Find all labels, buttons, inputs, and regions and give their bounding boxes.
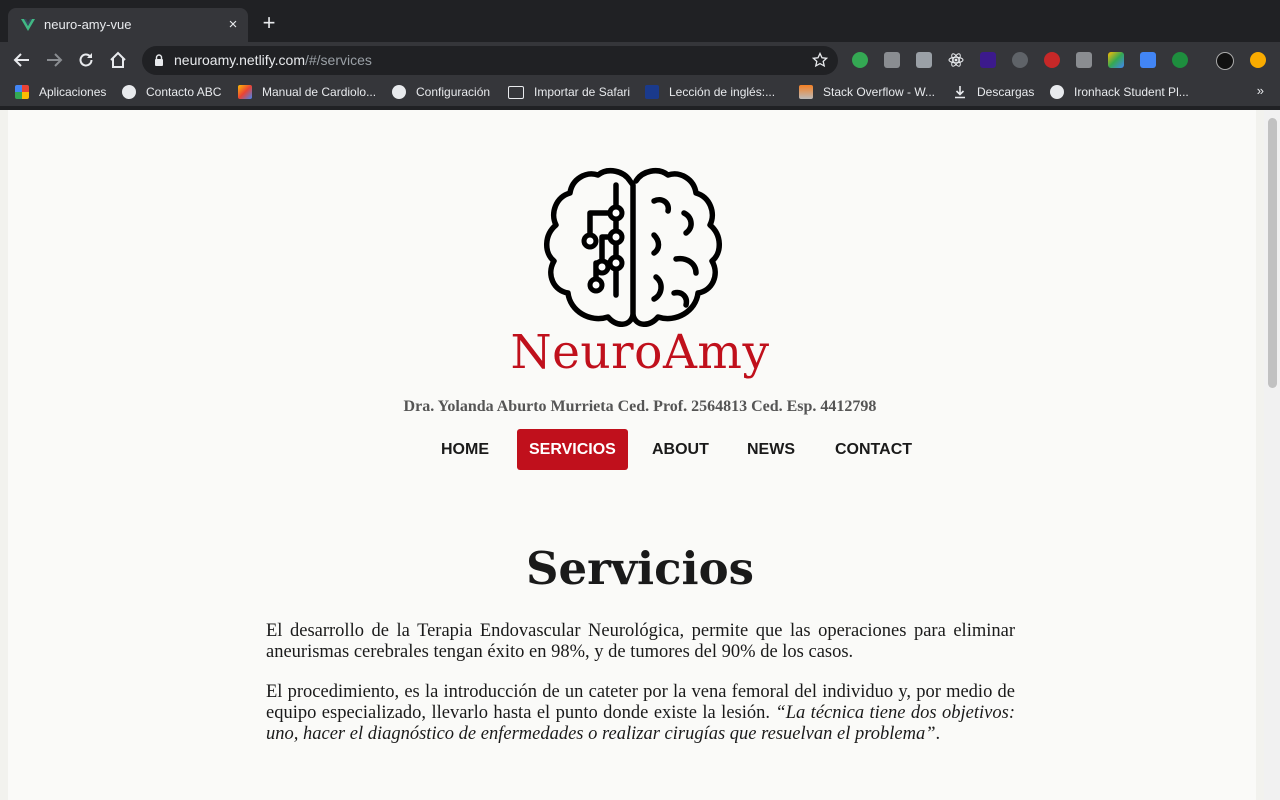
extension-c-icon[interactable] — [884, 52, 900, 68]
bookmark-label: Ironhack Student Pl... — [1074, 85, 1189, 99]
nav-home[interactable]: HOME — [429, 429, 501, 470]
vue-logo-icon — [21, 19, 35, 31]
back-button[interactable] — [10, 48, 34, 72]
tab-strip: neuro-amy-vue × + — [0, 0, 1280, 42]
bookmarks-bar: Aplicaciones Contacto ABC Manual de Card… — [0, 78, 1280, 107]
extension-react-icon[interactable] — [948, 52, 964, 68]
bookmark-label: Lección de inglés:... — [669, 85, 776, 99]
bookmark-descargas[interactable]: Descargas — [953, 84, 1034, 100]
nav-about[interactable]: ABOUT — [640, 429, 721, 470]
url-path: /#/services — [304, 52, 372, 68]
bookmark-manual-cardiologia[interactable]: Manual de Cardiolo... — [238, 84, 376, 100]
bookmark-label: Aplicaciones — [39, 85, 107, 99]
bookmark-importar-safari[interactable]: Importar de Safari — [508, 84, 630, 100]
tab-title: neuro-amy-vue — [44, 17, 132, 32]
home-icon — [110, 51, 126, 68]
extension-yellow-icon[interactable] — [1250, 52, 1266, 68]
bookmark-configuracion[interactable]: Configuración — [392, 84, 490, 100]
globe-icon — [1050, 85, 1064, 99]
url-text: neuroamy.netlify.com/#/services — [174, 52, 372, 68]
browser-toolbar: neuroamy.netlify.com/#/services — [0, 42, 1280, 78]
page-title: Servicios — [526, 542, 754, 595]
services-paragraph-1: El desarrollo de la Terapia Endovascular… — [266, 621, 1015, 662]
back-arrow-icon — [13, 53, 29, 67]
page-viewport: NeuroAmy Dra. Yolanda Aburto Murrieta Ce… — [0, 110, 1280, 800]
bookmark-label: Contacto ABC — [146, 85, 222, 99]
services-paragraph-2: El procedimiento, es la introducción de … — [266, 682, 1015, 745]
bookmark-ironhack[interactable]: Ironhack Student Pl... — [1050, 84, 1189, 100]
brain-logo-icon — [544, 168, 722, 327]
extension-bulb-icon[interactable] — [1012, 52, 1028, 68]
tab-close-icon[interactable]: × — [224, 16, 242, 34]
bookmark-label: Importar de Safari — [534, 85, 631, 99]
forward-arrow-icon — [47, 53, 63, 67]
extension-translate-icon[interactable] — [1140, 52, 1156, 68]
url-host: neuroamy.netlify.com — [174, 52, 305, 68]
scrollbar-thumb[interactable] — [1268, 118, 1277, 388]
extension-drive-gray-icon[interactable] — [1076, 52, 1092, 68]
brand-name: NeuroAmy — [510, 325, 770, 380]
main-nav: HOME SERVICIOS ABOUT NEWS CONTACT — [8, 429, 1280, 470]
extension-google-drive-icon[interactable] — [1108, 52, 1124, 68]
apps-grid-icon — [15, 85, 29, 99]
download-icon — [955, 86, 965, 99]
lock-icon — [155, 54, 163, 66]
profile-avatar[interactable] — [1216, 52, 1234, 70]
bookmark-star-icon[interactable] — [812, 52, 828, 68]
nav-contact[interactable]: CONTACT — [823, 429, 924, 470]
extension-green-icon[interactable] — [1172, 52, 1188, 68]
bookmark-label: Manual de Cardiolo... — [262, 85, 377, 99]
browser-tab[interactable]: neuro-amy-vue × — [8, 8, 248, 42]
reload-button[interactable] — [74, 48, 98, 72]
globe-icon — [122, 85, 136, 99]
bookmark-contacto-abc[interactable]: Contacto ABC — [122, 84, 221, 100]
bookmark-label: Configuración — [416, 85, 491, 99]
extension-dropbox-icon[interactable] — [916, 52, 932, 68]
bookmark-stack-overflow[interactable]: Stack Overflow - W... — [799, 84, 935, 100]
bookmark-label: Descargas — [977, 85, 1035, 99]
home-button[interactable] — [106, 48, 130, 72]
new-tab-button[interactable]: + — [258, 12, 280, 34]
extension-search-icon[interactable] — [852, 52, 868, 68]
extension-purple-icon[interactable] — [980, 52, 996, 68]
manual-icon — [238, 85, 252, 99]
forward-button[interactable] — [42, 48, 66, 72]
lesson-icon — [645, 85, 659, 99]
address-bar[interactable]: neuroamy.netlify.com/#/services — [142, 46, 838, 75]
page-content: NeuroAmy Dra. Yolanda Aburto Murrieta Ce… — [8, 110, 1256, 800]
extension-adblock-icon[interactable] — [1044, 52, 1060, 68]
bookmarks-overflow-button[interactable]: » — [1257, 83, 1264, 98]
stack-overflow-icon — [799, 85, 813, 99]
bookmark-label: Stack Overflow - W... — [823, 85, 936, 99]
doctor-credentials: Dra. Yolanda Aburto Murrieta Ced. Prof. … — [403, 398, 877, 415]
page-scrollbar[interactable] — [1264, 110, 1280, 800]
nav-news[interactable]: NEWS — [735, 429, 807, 470]
bookmark-aplicaciones[interactable]: Aplicaciones — [15, 84, 106, 100]
reload-icon — [79, 53, 93, 67]
folder-icon — [508, 85, 524, 99]
nav-servicios[interactable]: SERVICIOS — [517, 429, 628, 470]
bookmark-leccion-ingles[interactable]: Lección de inglés:... — [645, 84, 775, 100]
paragraph-end: . — [935, 724, 941, 744]
gear-icon — [392, 85, 406, 99]
